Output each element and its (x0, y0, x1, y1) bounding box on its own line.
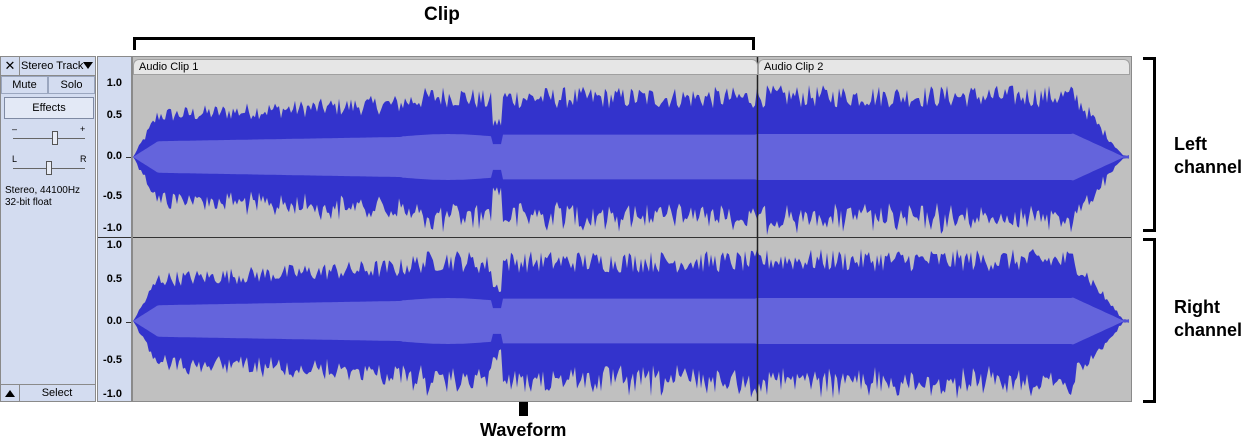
waveform-display[interactable] (133, 57, 1131, 401)
ruler-tick-label: -1.0 (103, 222, 122, 234)
clip-name-label: Audio Clip 1 (139, 61, 199, 73)
collapse-button[interactable] (1, 384, 20, 402)
ruler-tick-label: -1.0 (103, 388, 122, 400)
left-channel-bracket-vertical (1153, 57, 1156, 232)
vertical-ruler: 1.0 0.5 0.0 -0.5 -1.0 1.0 0.5 0.0 -0.5 -… (97, 56, 132, 402)
waveform-rms (133, 133, 1129, 181)
clip-bracket-top (133, 37, 755, 40)
ruler-tick-mark (126, 322, 131, 323)
clip-header-1[interactable]: Audio Clip 1 (133, 59, 758, 75)
left-channel-waveform (133, 85, 1129, 236)
right-channel-label: Right channel (1174, 297, 1243, 340)
ruler-tick-label: 0.0 (106, 150, 122, 162)
ruler-tick-mark (126, 157, 131, 158)
track-rate-text: Stereo, 44100Hz (5, 185, 81, 196)
track-control-panel: ✕ Stereo Track Mute Solo Effects – + L R… (0, 56, 96, 402)
ruler-tick-label: -0.5 (103, 354, 122, 366)
ruler-tick-label: 0.0 (106, 315, 122, 327)
pan-left-label: L (12, 154, 18, 164)
gain-slider-thumb[interactable] (52, 131, 58, 145)
close-icon[interactable]: ✕ (1, 57, 20, 75)
gain-minus-label: – (12, 124, 18, 134)
waveform-label: Waveform (480, 420, 567, 440)
clip-bracket-right (752, 37, 755, 50)
clip-header-2[interactable]: Audio Clip 2 (758, 59, 1130, 75)
left-channel-bracket-top (1143, 57, 1156, 60)
triangle-up-icon (5, 390, 15, 397)
pan-right-label: R (80, 154, 87, 164)
ruler-tick-label: 0.5 (106, 273, 122, 285)
gain-slider-track (13, 138, 85, 139)
ruler-tick-label: 0.5 (106, 109, 122, 121)
track-name-label: Stereo Track (21, 60, 84, 72)
pan-slider-thumb[interactable] (46, 161, 52, 175)
mute-button[interactable]: Mute (1, 76, 48, 94)
ruler-tick-label: -0.5 (103, 190, 122, 202)
solo-button[interactable]: Solo (48, 76, 95, 94)
clip-name-label: Audio Clip 2 (764, 61, 824, 73)
ruler-tick-label: 1.0 (106, 239, 122, 251)
left-channel-bracket-bottom (1143, 229, 1156, 232)
clip-annotation-label: Clip (424, 4, 460, 25)
ruler-channel-divider (98, 237, 131, 238)
track-format-text: 32-bit float (5, 197, 52, 208)
clip-bracket-left (133, 37, 136, 50)
triangle-down-icon (83, 62, 93, 69)
left-channel-label: Left channel (1174, 134, 1243, 177)
track-title-bar: ✕ Stereo Track (1, 57, 95, 76)
effects-button[interactable]: Effects (4, 97, 94, 119)
right-channel-waveform (133, 248, 1129, 399)
right-channel-bracket-vertical (1153, 238, 1156, 403)
waveform-rms (133, 297, 1129, 345)
ruler-tick-label: 1.0 (106, 77, 122, 89)
waveform-area[interactable]: Audio Clip 1 Audio Clip 2 (132, 56, 1132, 402)
right-channel-bracket-top (1143, 238, 1156, 241)
right-channel-bracket-bottom (1143, 400, 1156, 403)
track-format-info: Stereo, 44100Hz 32-bit float (5, 185, 80, 209)
track-name-menu[interactable]: Stereo Track (21, 57, 95, 75)
select-button[interactable]: Select (19, 384, 95, 402)
gain-plus-label: + (80, 124, 86, 134)
